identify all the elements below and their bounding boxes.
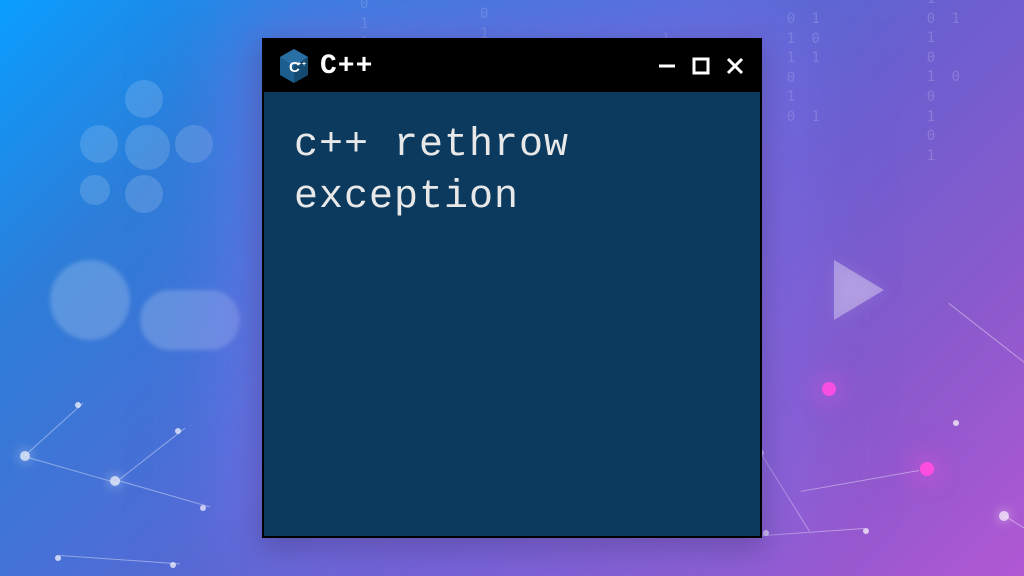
terminal-content: c++ rethrow exception [264,92,760,536]
binary-rain-decoration: 0 1 1 0 1 1 0 1 0 1 [787,10,824,128]
terminal-text-line: c++ rethrow [294,123,569,168]
window-title: C++ [320,51,646,82]
molecule-decoration [80,80,220,220]
binary-rain-decoration: 1 0 1 1 0 1 0 0 1 0 1 [927,0,964,166]
blob-decoration [140,290,240,350]
svg-text:+: + [297,61,301,68]
minimize-button[interactable] [656,55,678,77]
svg-text:+: + [302,61,306,68]
terminal-text-line: exception [294,175,519,220]
cpp-logo-icon: C + + [278,48,310,84]
terminal-window: C + + C++ c++ rethrow exception [262,38,762,538]
blob-decoration [50,260,130,340]
maximize-button[interactable] [690,55,712,77]
title-bar: C + + C++ [264,40,760,92]
play-triangle-decoration [834,260,884,320]
window-controls [656,55,746,77]
close-button[interactable] [724,55,746,77]
